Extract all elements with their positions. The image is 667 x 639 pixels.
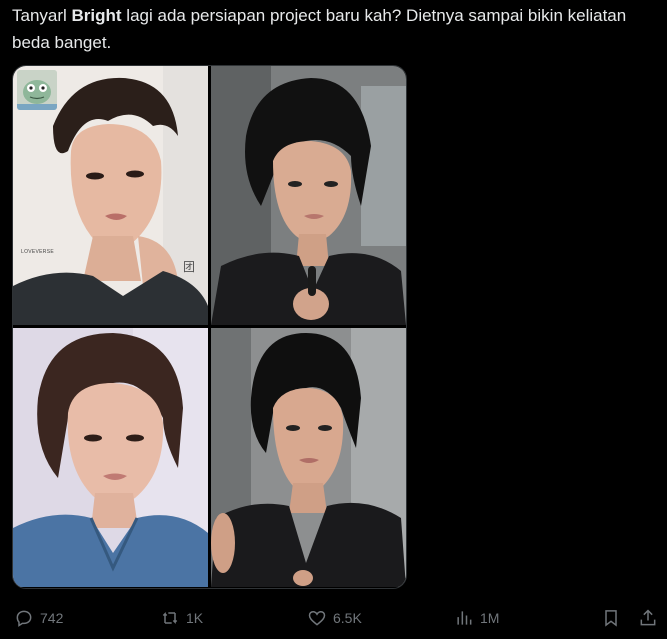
post-text-highlight[interactable]: Bright: [72, 6, 122, 25]
views-button[interactable]: 1M: [454, 605, 499, 631]
photo-top-left[interactable]: 团 LOVEVERSE: [13, 66, 208, 325]
bookmark-button[interactable]: [601, 605, 621, 631]
photo-bottom-left[interactable]: [13, 328, 208, 587]
post-text-start: Tanyarl: [12, 6, 72, 25]
like-button[interactable]: 6.5K: [307, 605, 362, 631]
post-text: Tanyarl Bright lagi ada persiapan projec…: [12, 2, 652, 56]
media-grid[interactable]: 团 LOVEVERSE: [12, 65, 407, 589]
share-icon: [640, 609, 656, 626]
share-button[interactable]: [638, 605, 658, 631]
action-bar: 742 1K 6.5K 1M: [0, 605, 667, 631]
photo-top-right[interactable]: [211, 66, 406, 325]
repost-button[interactable]: 1K: [160, 605, 203, 631]
views-icon: [457, 611, 472, 625]
sticker-frog-icon: [17, 70, 57, 110]
photo-top-right-image: [211, 66, 406, 325]
heart-icon: [308, 610, 326, 626]
reply-count: 742: [40, 610, 64, 626]
repost-icon: [162, 612, 178, 624]
view-count: 1M: [480, 610, 500, 626]
photo-bottom-right-image: [211, 328, 406, 587]
reply-button[interactable]: 742: [14, 605, 63, 631]
like-count: 6.5K: [333, 610, 362, 626]
photo-bottom-right[interactable]: [211, 328, 406, 587]
photo-watermark: LOVEVERSE: [21, 249, 54, 255]
repost-count: 1K: [186, 610, 204, 626]
sticker-image: [17, 70, 57, 110]
bookmark-icon: [605, 610, 617, 627]
reply-icon: [16, 610, 32, 627]
svg-text:团: 团: [183, 260, 195, 274]
photo-bottom-left-image: [13, 328, 208, 587]
